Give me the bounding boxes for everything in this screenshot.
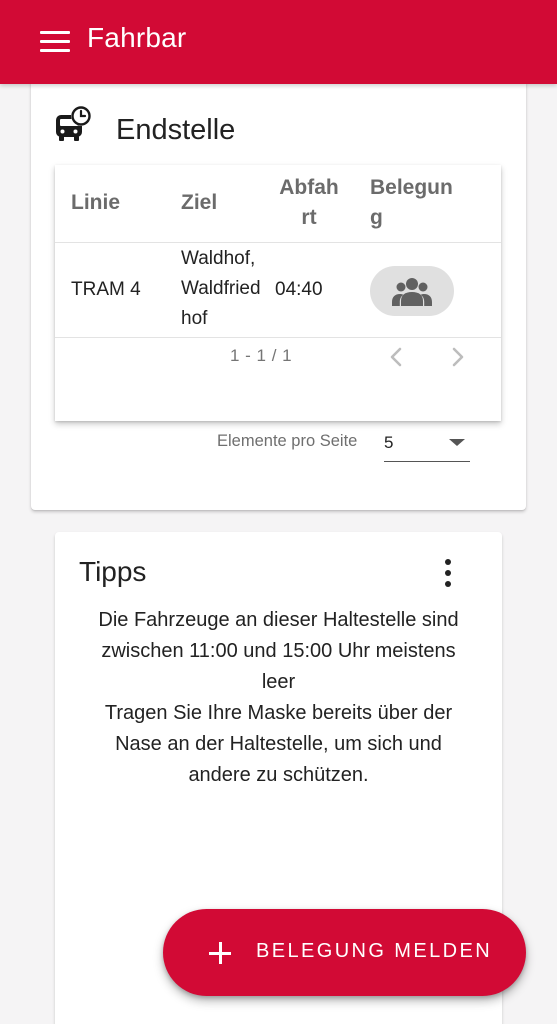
endstelle-title: Endstelle [116, 114, 236, 146]
occupancy-button[interactable] [370, 266, 454, 316]
departures-table: Linie Ziel Abfah rt Belegun g TRAM 4 Wal… [55, 165, 501, 421]
table-cell-linie: TRAM 4 [71, 279, 141, 300]
chevron-left-icon[interactable] [383, 343, 411, 371]
report-occupancy-button[interactable]: BELEGUNG MELDEN [163, 909, 526, 996]
column-header-belegung[interactable]: Belegun g [370, 173, 453, 233]
plus-icon [209, 942, 231, 964]
more-vert-icon[interactable] [440, 558, 456, 588]
bus-clock-icon [56, 106, 91, 141]
header-divider [55, 242, 501, 243]
items-per-page-value: 5 [384, 433, 394, 452]
column-header-ziel[interactable]: Ziel [181, 188, 217, 218]
table-cell-abfahrt: 04:40 [275, 279, 323, 300]
pagination-range: 1 - 1 / 1 [230, 346, 293, 365]
chevron-right-icon[interactable] [443, 343, 471, 371]
report-occupancy-label: BELEGUNG MELDEN [256, 940, 493, 962]
tipps-text: Die Fahrzeuge an dieser Haltestelle sind… [98, 609, 459, 786]
group-icon [392, 278, 432, 306]
menu-icon[interactable] [40, 29, 70, 53]
endstelle-card: Endstelle Linie Ziel Abfah rt Belegun g … [31, 80, 526, 510]
tipps-title: Tipps [79, 556, 147, 587]
column-header-linie[interactable]: Linie [71, 188, 120, 218]
items-per-page-label: Elemente pro Seite [217, 432, 358, 450]
row-divider [55, 337, 501, 338]
items-per-page-select[interactable]: 5 [384, 429, 470, 462]
column-header-abfahrt[interactable]: Abfah rt [271, 173, 347, 233]
dropdown-arrow-icon [449, 439, 465, 446]
app-title: Fahrbar [87, 22, 187, 53]
table-cell-ziel: Waldhof, Waldfried hof [181, 248, 261, 329]
app-bar: Fahrbar [0, 0, 557, 84]
